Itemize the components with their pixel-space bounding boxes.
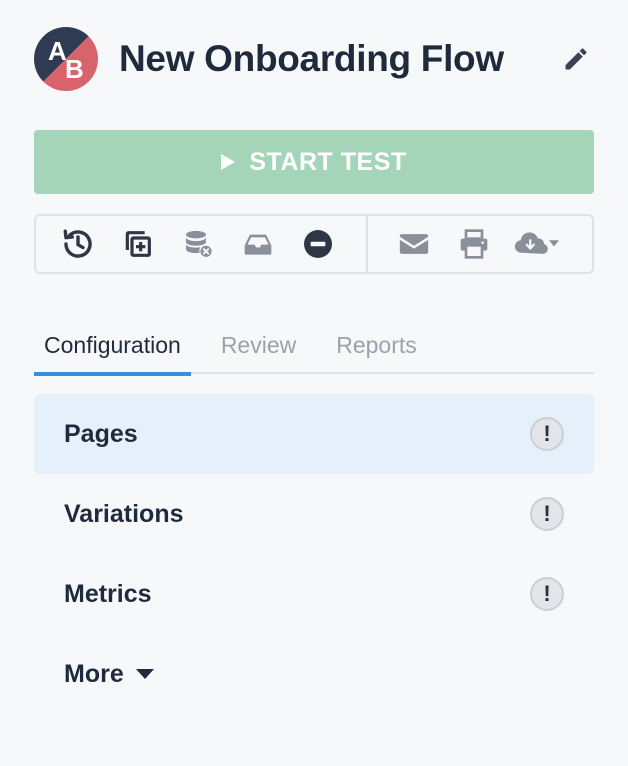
print-icon[interactable]	[444, 216, 504, 272]
nav-item-variations[interactable]: Variations !	[34, 474, 594, 554]
config-nav-list: Pages ! Variations ! Metrics ! More	[34, 394, 594, 714]
duplicate-icon[interactable]	[108, 216, 168, 272]
archive-database-icon[interactable]	[168, 216, 228, 272]
start-test-button[interactable]: START TEST	[34, 130, 594, 194]
history-icon[interactable]	[48, 216, 108, 272]
nav-item-pages[interactable]: Pages !	[34, 394, 594, 474]
play-icon	[221, 154, 236, 170]
warning-badge: !	[530, 417, 564, 451]
avatar-letter-b: B	[65, 54, 84, 84]
inbox-icon[interactable]	[228, 216, 288, 272]
nav-item-label: Pages	[64, 419, 138, 448]
action-toolbar	[34, 214, 594, 274]
tab-configuration[interactable]: Configuration	[34, 318, 191, 376]
ab-test-avatar: A B	[34, 27, 98, 91]
envelope-icon[interactable]	[384, 216, 444, 272]
header: A B New Onboarding Flow	[34, 27, 594, 91]
warning-badge: !	[530, 497, 564, 531]
pencil-icon[interactable]	[558, 41, 594, 77]
more-label: More	[64, 659, 124, 688]
warning-badge: !	[530, 577, 564, 611]
start-test-label: START TEST	[249, 147, 407, 176]
toolbar-left-group	[36, 216, 366, 272]
cloud-download-icon[interactable]	[504, 216, 574, 272]
nav-item-label: Variations	[64, 499, 184, 528]
tab-bar: Configuration Review Reports	[34, 318, 594, 376]
toolbar-right-group	[368, 216, 574, 272]
nav-item-more[interactable]: More	[34, 634, 594, 714]
minus-circle-icon[interactable]	[288, 216, 348, 272]
page-title: New Onboarding Flow	[119, 38, 504, 79]
avatar-letter-a: A	[48, 36, 67, 66]
tab-reports[interactable]: Reports	[326, 318, 427, 374]
caret-down-icon	[135, 669, 154, 679]
nav-item-metrics[interactable]: Metrics !	[34, 554, 594, 634]
tab-review[interactable]: Review	[211, 318, 306, 374]
nav-item-label: Metrics	[64, 579, 152, 608]
